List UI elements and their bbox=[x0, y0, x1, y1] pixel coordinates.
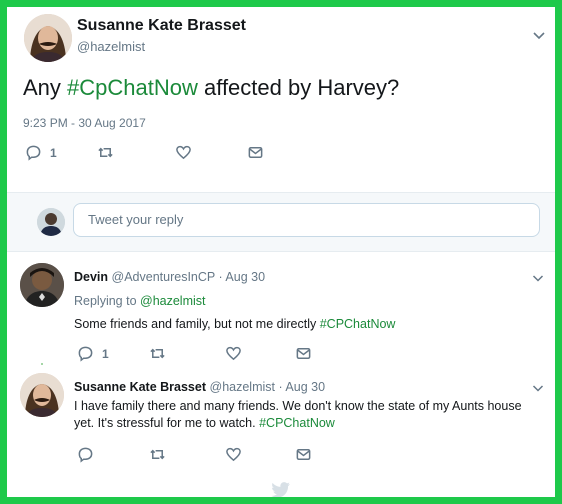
tweet-actions: 1 bbox=[77, 345, 312, 362]
author-meta[interactable]: @AdventuresInCP · Aug 30 bbox=[112, 270, 266, 284]
envelope-icon bbox=[296, 449, 311, 460]
reply-text: I have family there and many friends. We… bbox=[74, 398, 544, 432]
heart-icon bbox=[176, 145, 191, 160]
replying-handle-link[interactable]: @hazelmist bbox=[140, 294, 206, 308]
tweet-embed-frame: Susanne Kate Brasset @hazelmist Any #CpC… bbox=[0, 0, 562, 504]
reply-compose-area: Tweet your reply bbox=[7, 192, 555, 252]
tweet-text: Any #CpChatNow affected by Harvey? bbox=[23, 75, 399, 101]
avatar[interactable] bbox=[24, 14, 72, 62]
current-user-avatar bbox=[37, 208, 65, 236]
reply-text-content: Some friends and family, but not me dire… bbox=[74, 317, 320, 331]
tweet-text-suffix: affected by Harvey? bbox=[197, 75, 400, 100]
retweet-button[interactable] bbox=[97, 144, 175, 161]
main-tweet: Susanne Kate Brasset @hazelmist Any #CpC… bbox=[7, 7, 555, 192]
chevron-down-icon[interactable] bbox=[531, 381, 545, 395]
like-button[interactable] bbox=[225, 446, 295, 463]
message-button[interactable] bbox=[247, 144, 264, 161]
author-meta[interactable]: @hazelmist · Aug 30 bbox=[210, 380, 326, 394]
reply-icon bbox=[78, 447, 93, 463]
avatar[interactable] bbox=[20, 373, 64, 417]
reply-button[interactable]: 1 bbox=[25, 144, 97, 161]
reply-tweet: Susanne Kate Brasset @hazelmist · Aug 30… bbox=[7, 365, 555, 477]
reply-button[interactable] bbox=[77, 446, 149, 463]
author-name[interactable]: Susanne Kate Brasset bbox=[77, 17, 246, 35]
heart-icon bbox=[226, 346, 241, 361]
hashtag-link[interactable]: #CPChatNow bbox=[259, 416, 335, 430]
tweet-text-prefix: Any bbox=[23, 75, 68, 100]
message-button[interactable] bbox=[295, 446, 312, 463]
replying-to: Replying to @hazelmist bbox=[74, 294, 206, 308]
like-button[interactable] bbox=[225, 345, 295, 362]
reply-button[interactable]: 1 bbox=[77, 345, 149, 362]
retweet-icon bbox=[98, 147, 113, 158]
author-handle[interactable]: @hazelmist bbox=[77, 39, 145, 54]
like-button[interactable] bbox=[175, 144, 247, 161]
author-name[interactable]: Devin bbox=[74, 270, 108, 284]
retweet-button[interactable] bbox=[149, 446, 225, 463]
tweet-actions: 1 bbox=[25, 144, 264, 161]
message-button[interactable] bbox=[295, 345, 312, 362]
reply-count: 1 bbox=[50, 145, 57, 160]
reply-header: Susanne Kate Brasset @hazelmist · Aug 30 bbox=[74, 380, 325, 394]
reply-icon bbox=[78, 346, 93, 362]
tweet-actions bbox=[77, 446, 312, 463]
hashtag-link[interactable]: #CpChatNow bbox=[67, 75, 198, 100]
timestamp[interactable]: 9:23 PM - 30 Aug 2017 bbox=[23, 116, 146, 130]
hashtag-link[interactable]: #CPChatNow bbox=[320, 317, 396, 331]
twitter-bird-icon bbox=[271, 482, 290, 497]
reply-header: Devin @AdventuresInCP · Aug 30 bbox=[74, 270, 265, 284]
reply-tweet: Devin @AdventuresInCP · Aug 30 Replying … bbox=[7, 253, 555, 363]
replying-label: Replying to bbox=[74, 294, 141, 308]
author-name[interactable]: Susanne Kate Brasset bbox=[74, 380, 206, 394]
retweet-icon bbox=[150, 449, 165, 460]
retweet-icon bbox=[150, 348, 165, 359]
envelope-icon bbox=[296, 348, 311, 359]
envelope-icon bbox=[248, 147, 263, 158]
retweet-button[interactable] bbox=[149, 345, 225, 362]
reply-text: Some friends and family, but not me dire… bbox=[74, 316, 544, 333]
chevron-down-icon[interactable] bbox=[531, 27, 547, 43]
reply-count: 1 bbox=[102, 346, 109, 361]
avatar[interactable] bbox=[20, 263, 64, 307]
chevron-down-icon[interactable] bbox=[531, 271, 545, 285]
reply-icon bbox=[26, 145, 41, 161]
heart-icon bbox=[226, 447, 241, 462]
reply-input[interactable]: Tweet your reply bbox=[73, 203, 540, 237]
